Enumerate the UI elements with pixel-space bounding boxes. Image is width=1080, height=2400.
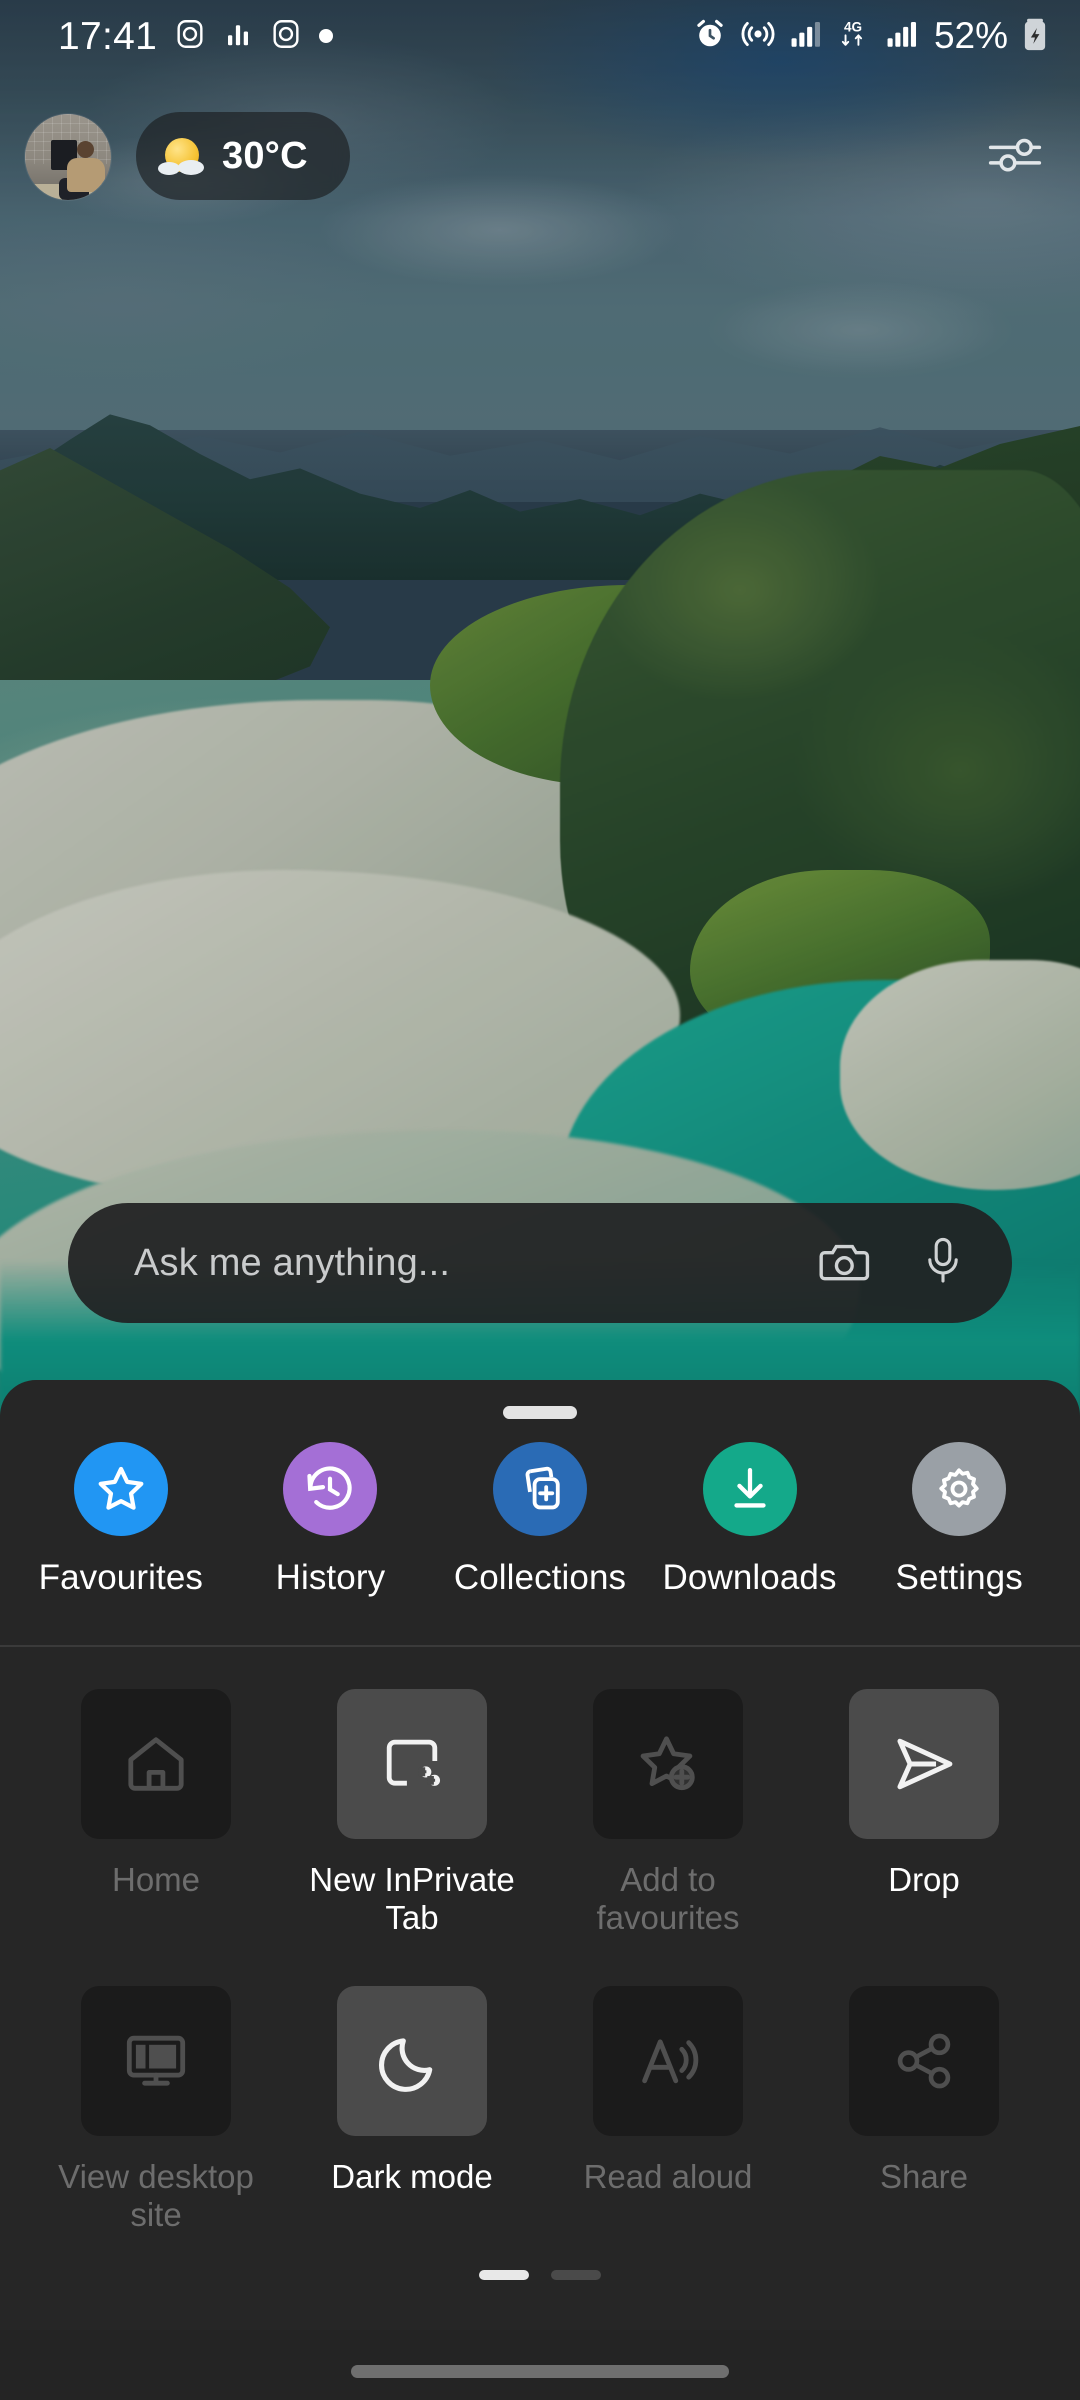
microphone-icon[interactable] bbox=[922, 1235, 964, 1292]
menu-item-view-desktop-site[interactable]: View desktop site bbox=[28, 1962, 284, 2235]
phone-screen: 17:41 4G 52% 30°C Ask me anything... Fav… bbox=[0, 0, 1080, 2400]
quick-action-label: Downloads bbox=[662, 1558, 837, 1597]
home-top-hud: 30°C bbox=[0, 104, 1080, 224]
star-plus-icon bbox=[593, 1689, 743, 1839]
download-arrow-icon bbox=[702, 1442, 797, 1536]
quick-action-label: Settings bbox=[895, 1558, 1023, 1597]
camera-icon[interactable] bbox=[816, 1237, 870, 1290]
home-icon bbox=[81, 1689, 231, 1839]
status-bar: 17:41 4G 52% bbox=[0, 0, 1080, 72]
moon-icon bbox=[337, 1985, 487, 2136]
menu-item-label: Home bbox=[111, 1861, 201, 1898]
quick-action-settings[interactable]: Settings bbox=[864, 1442, 1054, 1598]
gear-icon bbox=[912, 1442, 1007, 1536]
svg-text:4G: 4G bbox=[844, 19, 862, 34]
share-nodes-icon bbox=[849, 1985, 999, 2136]
alarm-icon bbox=[692, 16, 728, 57]
search-input[interactable]: Ask me anything... bbox=[134, 1242, 816, 1285]
sun-behind-cloud-icon bbox=[158, 136, 204, 176]
page-dot-1[interactable] bbox=[479, 2270, 529, 2280]
menu-item-label: New InPrivate Tab bbox=[309, 1861, 515, 1937]
search-bar[interactable]: Ask me anything... bbox=[68, 1203, 1012, 1323]
quick-action-label: Collections bbox=[453, 1558, 627, 1597]
quick-action-label: History bbox=[275, 1558, 386, 1597]
menu-item-add-to-favourites[interactable]: Add to favourites bbox=[540, 1665, 796, 1938]
browser-menu-sheet: Favourites History Collections Downloads… bbox=[0, 1380, 1080, 2400]
history-clock-icon bbox=[283, 1442, 378, 1536]
quick-action-favourites[interactable]: Favourites bbox=[26, 1442, 216, 1598]
menu-item-label: Read aloud bbox=[583, 2157, 753, 2195]
dot-indicator-icon bbox=[319, 29, 334, 43]
avatar[interactable] bbox=[25, 114, 111, 200]
battery-charging-icon bbox=[1020, 15, 1050, 58]
battery-percent-label: 52% bbox=[933, 15, 1008, 56]
quick-action-history[interactable]: History bbox=[235, 1442, 425, 1598]
4g-data-icon: 4G bbox=[834, 15, 872, 58]
hotspot-icon bbox=[740, 16, 776, 57]
menu-grid: Home New InPrivate Tab Add to favourites… bbox=[0, 1665, 1080, 2234]
weather-temperature: 30°C bbox=[222, 134, 308, 177]
menu-item-label: Drop bbox=[888, 1861, 960, 1898]
menu-item-label: Dark mode bbox=[331, 2157, 493, 2195]
menu-item-label: View desktop site bbox=[58, 2157, 254, 2233]
menu-item-new-inprivate-tab[interactable]: New InPrivate Tab bbox=[284, 1665, 540, 1938]
desktop-monitor-icon bbox=[81, 1985, 231, 2136]
home-gesture-pill[interactable] bbox=[351, 2365, 729, 2378]
signal-bars-icon bbox=[788, 17, 822, 56]
collections-icon bbox=[492, 1442, 587, 1536]
quick-action-label: Favourites bbox=[38, 1558, 203, 1597]
page-indicator bbox=[0, 2270, 1080, 2280]
menu-item-drop[interactable]: Drop bbox=[796, 1665, 1052, 1938]
signal-bars-icon bbox=[223, 19, 253, 54]
instagram-icon bbox=[269, 17, 303, 56]
menu-item-home[interactable]: Home bbox=[28, 1665, 284, 1938]
send-plane-icon bbox=[849, 1689, 999, 1839]
quick-action-collections[interactable]: Collections bbox=[445, 1442, 635, 1598]
signal-bars-icon bbox=[884, 17, 918, 56]
menu-item-dark-mode[interactable]: Dark mode bbox=[284, 1962, 540, 2235]
drag-handle[interactable] bbox=[503, 1406, 577, 1419]
star-icon bbox=[73, 1442, 168, 1536]
menu-item-label: Share bbox=[879, 2157, 969, 2195]
menu-item-share[interactable]: Share bbox=[796, 1962, 1052, 2235]
page-dot-2[interactable] bbox=[551, 2270, 601, 2280]
system-navigation-bar bbox=[0, 2330, 1080, 2400]
inprivate-tab-icon bbox=[337, 1689, 487, 1839]
read-aloud-icon bbox=[593, 1985, 743, 2136]
quick-actions-row: Favourites History Collections Downloads… bbox=[0, 1442, 1080, 1642]
menu-item-label: Add to favourites bbox=[596, 1861, 740, 1937]
menu-item-read-aloud[interactable]: Read aloud bbox=[540, 1962, 796, 2235]
sheet-divider bbox=[0, 1645, 1080, 1647]
quick-action-downloads[interactable]: Downloads bbox=[655, 1442, 845, 1598]
tune-icon[interactable] bbox=[984, 126, 1046, 182]
weather-widget[interactable]: 30°C bbox=[136, 112, 350, 200]
instagram-icon bbox=[173, 17, 207, 56]
status-bar-clock: 17:41 bbox=[58, 14, 158, 58]
